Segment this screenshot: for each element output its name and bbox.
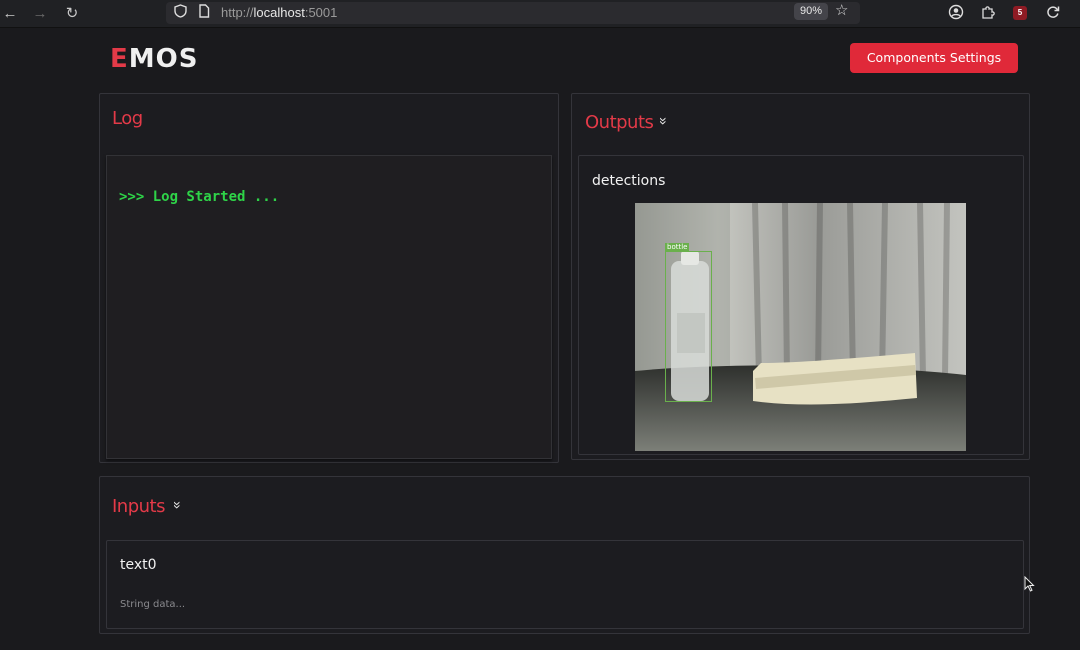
text0-input[interactable]: String data... — [120, 599, 185, 610]
detection-label: bottle — [665, 243, 690, 252]
detections-image: bottle — [635, 203, 966, 451]
output-stream-name: detections — [592, 173, 666, 189]
shield-icon[interactable] — [174, 4, 187, 23]
address-bar[interactable]: http://localhost:5001 — [166, 2, 860, 24]
detection-bounding-box: bottle — [665, 243, 712, 402]
outputs-collapse-chevron-icon[interactable] — [660, 116, 668, 129]
url-text: http://localhost:5001 — [221, 5, 338, 20]
outputs-panel: Outputs detections — [571, 93, 1030, 460]
components-settings-button[interactable]: Components Settings — [850, 43, 1018, 73]
input-field-name: text0 — [120, 557, 157, 573]
reload-icon[interactable]: ↻ — [62, 4, 82, 24]
log-panel: Log >>> Log Started ... — [99, 93, 559, 463]
log-line: >>> Log Started ... — [119, 189, 280, 205]
extension-badge-icon[interactable]: 5 — [1013, 6, 1027, 20]
bookmark-star-icon[interactable]: ☆ — [835, 0, 848, 22]
page-icon — [198, 4, 210, 23]
log-console[interactable]: >>> Log Started ... — [106, 155, 552, 459]
back-icon[interactable]: ← — [0, 4, 20, 24]
detections-card: detections bottle — [578, 155, 1024, 455]
outputs-title: Outputs — [585, 112, 654, 133]
zoom-indicator[interactable]: 90% — [794, 3, 829, 20]
browser-toolbar: ← → ↻ http://localhost:5001 90% ☆ 5 — [0, 0, 1080, 28]
inputs-title: Inputs — [112, 496, 166, 517]
sync-icon[interactable] — [1043, 4, 1063, 24]
inputs-collapse-chevron-icon[interactable] — [174, 500, 182, 513]
emos-logo[interactable]: EMOS — [110, 44, 198, 74]
inputs-panel: Inputs text0 String data... — [99, 476, 1030, 634]
log-title: Log — [112, 108, 143, 129]
forward-icon[interactable]: → — [30, 4, 50, 24]
account-icon[interactable] — [946, 4, 966, 24]
extensions-puzzle-icon[interactable] — [978, 4, 998, 24]
text0-input-card: text0 String data... — [106, 540, 1024, 629]
